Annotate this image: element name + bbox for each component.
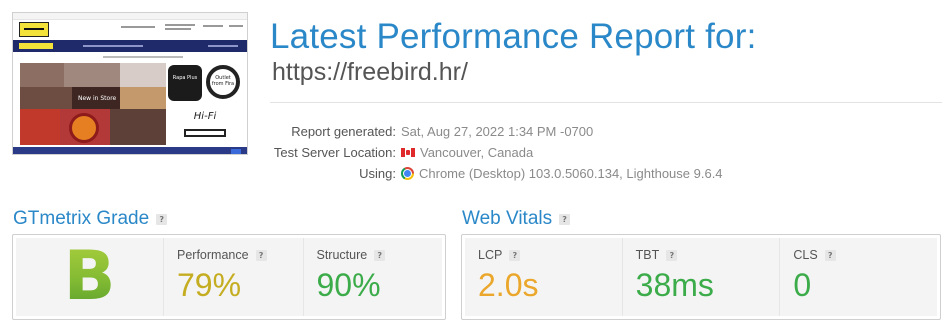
header-divider: [270, 102, 942, 103]
gtmetrix-grade-title: GTmetrix Grade: [13, 208, 150, 229]
thumb-sign-text: Outlet from Fira: [211, 75, 235, 87]
web-vitals-help-icon[interactable]: ?: [559, 213, 571, 225]
thumb-store-sign: Outlet from Fira: [206, 65, 240, 99]
thumb-header-text: [203, 25, 223, 27]
cls-label: CLS: [793, 248, 818, 262]
test-server-location-label: Test Server Location:: [273, 145, 396, 160]
gtmetrix-grade-heading: GTmetrix Grade ?: [13, 208, 168, 230]
thumb-nav-text: [83, 45, 143, 47]
chrome-icon: [401, 167, 414, 180]
structure-value: 90%: [316, 267, 381, 303]
thumb-hero-caption: New in Store: [78, 95, 117, 102]
thumb-header-text: [165, 28, 191, 30]
report-meta: Report generated: Sat, Aug 27, 2022 1:34…: [270, 121, 870, 184]
report-url[interactable]: https://freebird.hr/: [272, 58, 468, 87]
tbt-value: 38ms: [635, 267, 714, 303]
report-generated-value: Sat, Aug 27, 2022 1:34 PM -0700: [401, 124, 594, 139]
thumb-cassette-shape: [184, 129, 226, 137]
tbt-help-icon[interactable]: ?: [666, 249, 678, 261]
using-row: Using: Chrome (Desktop) 103.0.5060.134, …: [270, 163, 870, 184]
report-title: Latest Performance Report for:: [270, 17, 757, 56]
cls-metric: CLS ? 0: [780, 238, 938, 316]
web-vitals-panel: LCP ? 2.0s TBT ? 38ms CLS ? 0: [461, 234, 941, 320]
lcp-metric: LCP ? 2.0s: [465, 238, 623, 316]
cls-help-icon[interactable]: ?: [824, 249, 836, 261]
performance-label: Performance: [177, 248, 249, 262]
lcp-value: 2.0s: [478, 267, 539, 303]
thumb-sign-text: Rapa Plus: [172, 75, 198, 81]
thumb-photo: [60, 109, 110, 145]
performance-value: 79%: [177, 267, 242, 303]
structure-label: Structure: [316, 248, 368, 262]
thumb-photo: [20, 63, 64, 87]
thumb-store-sign: Hi-Fi: [170, 107, 240, 143]
thumb-photo: New in Store: [72, 87, 120, 109]
thumb-photo: [20, 87, 72, 109]
thumb-cookie-banner: [13, 147, 247, 154]
performance-metric: Performance ? 79%: [164, 238, 304, 316]
using-label: Using:: [359, 166, 396, 181]
thumb-sign-text: Hi-Fi: [193, 111, 217, 122]
thumb-nav-text: [208, 45, 238, 47]
thumb-store-logo: [19, 22, 49, 37]
structure-metric: Structure ? 90%: [303, 238, 442, 316]
gtmetrix-grade-help-icon[interactable]: ?: [156, 213, 168, 225]
report-generated-label: Report generated:: [291, 124, 396, 139]
using-value: Chrome (Desktop) 103.0.5060.134, Lightho…: [419, 166, 723, 181]
structure-help-icon[interactable]: ?: [374, 249, 386, 261]
thumb-breadcrumb: [103, 56, 183, 58]
thumb-nav-button: [19, 43, 53, 49]
web-vitals-title: Web Vitals: [462, 208, 553, 229]
tbt-metric: TBT ? 38ms: [622, 238, 781, 316]
thumb-photo: [64, 63, 120, 87]
thumb-top-bar: [13, 13, 247, 20]
tbt-label: TBT: [635, 248, 660, 262]
thumb-banner-button: [231, 149, 241, 154]
grade-box: B: [16, 238, 164, 316]
thumb-photo: [120, 87, 166, 109]
cls-value: 0: [793, 267, 812, 303]
gtmetrix-grade-panel: B Performance ? 79% Structure ? 90%: [12, 234, 446, 320]
thumb-photo: [110, 109, 166, 145]
thumb-record: [69, 113, 99, 143]
thumb-hero-collage: New in Store Rapa Plus Outlet from Fira …: [20, 63, 242, 145]
thumb-photo: [120, 63, 166, 87]
lcp-help-icon[interactable]: ?: [509, 249, 521, 261]
thumb-photo: [20, 109, 60, 145]
web-vitals-heading: Web Vitals ?: [462, 208, 571, 230]
thumb-header-text: [229, 25, 243, 27]
lcp-label: LCP: [478, 248, 503, 262]
test-server-location-value: Vancouver, Canada: [420, 145, 534, 160]
thumb-store-sign: Rapa Plus: [168, 65, 202, 101]
canada-flag-icon: [401, 148, 415, 157]
thumb-header-text: [165, 24, 195, 26]
performance-help-icon[interactable]: ?: [255, 249, 267, 261]
thumb-header-text: [121, 26, 155, 28]
thumb-nav-bar: [13, 40, 247, 52]
site-screenshot-thumbnail[interactable]: New in Store Rapa Plus Outlet from Fira …: [12, 12, 248, 155]
report-generated-row: Report generated: Sat, Aug 27, 2022 1:34…: [270, 121, 870, 142]
test-server-location-row: Test Server Location: Vancouver, Canada: [270, 142, 870, 163]
grade-letter: B: [63, 237, 116, 316]
